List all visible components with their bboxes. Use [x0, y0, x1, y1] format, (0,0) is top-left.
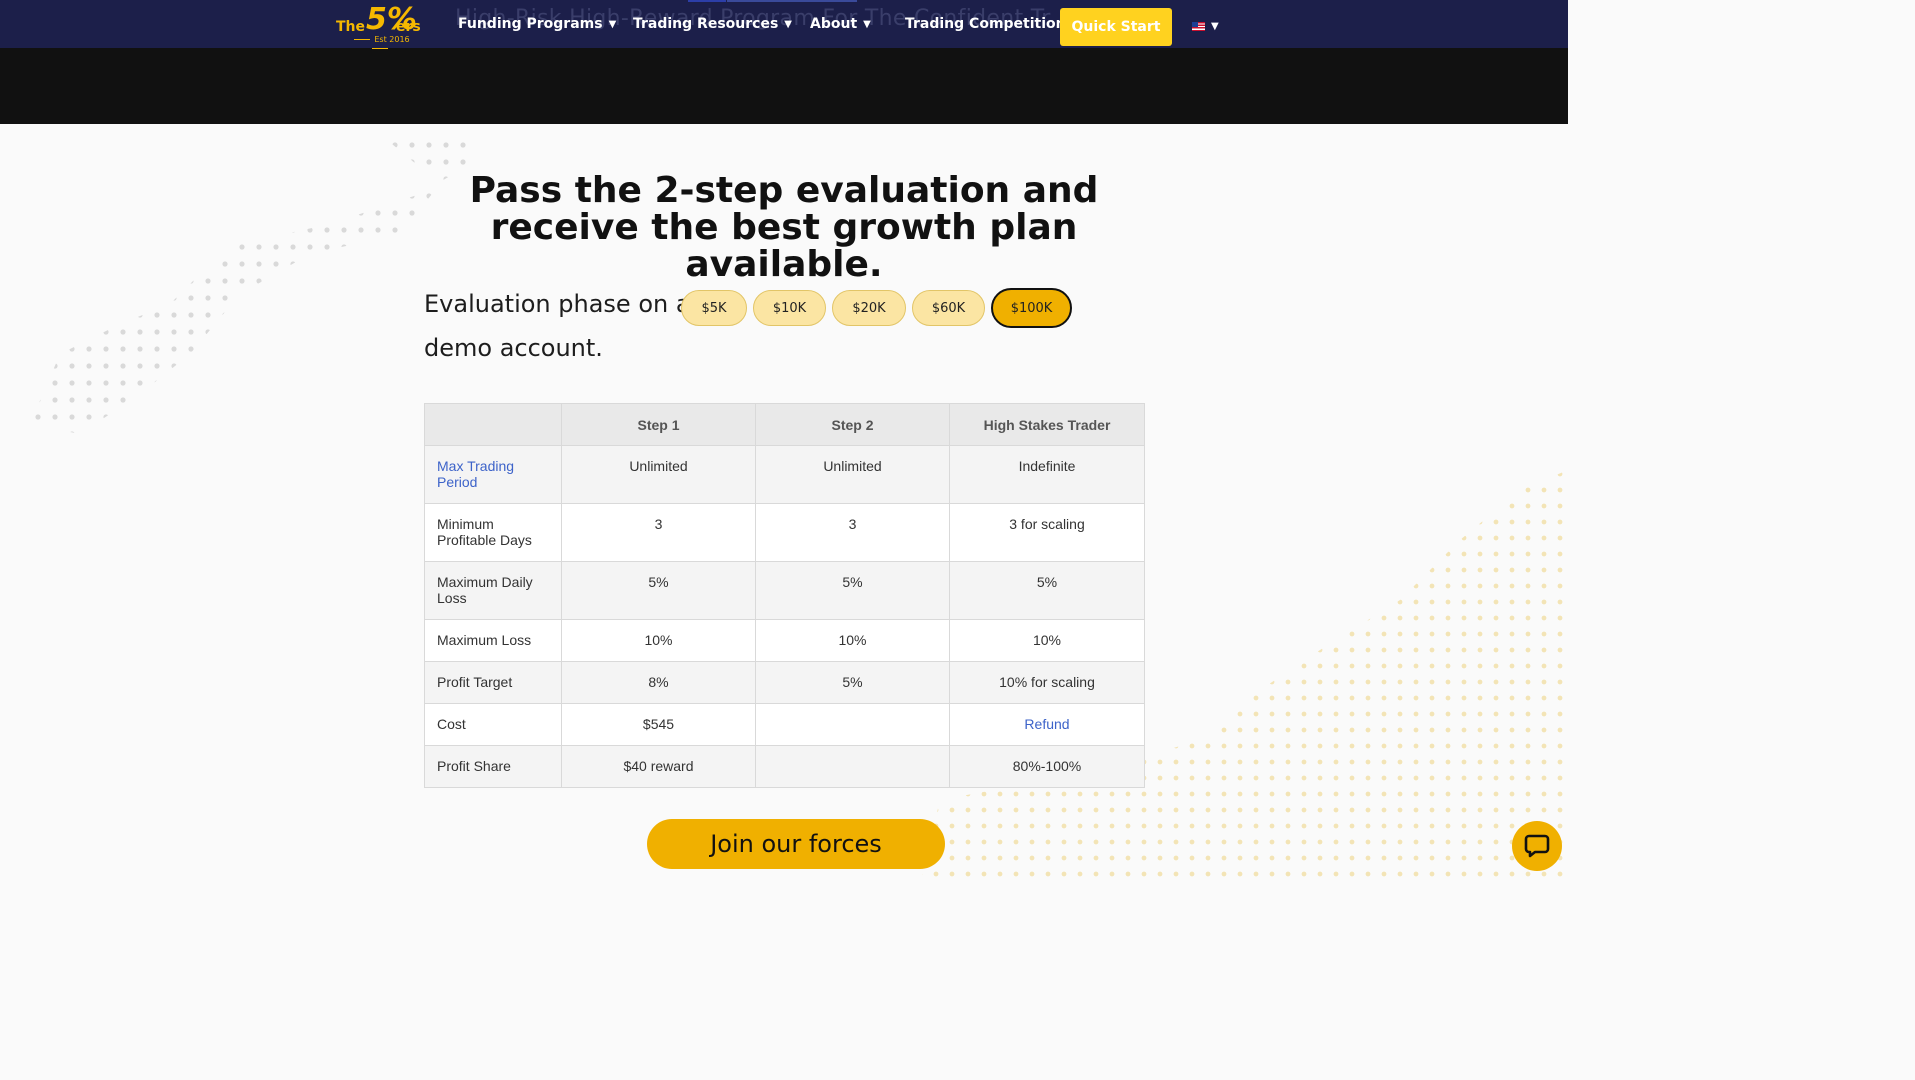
- top-navigation-bar: High-Risk High-Reward Program For The Co…: [0, 0, 1568, 48]
- table-header: High Stakes Trader: [949, 403, 1145, 446]
- logo-established: Est 2016: [340, 35, 420, 53]
- table-cell: 3: [561, 503, 756, 562]
- table-cell: 8%: [561, 661, 756, 704]
- table-row: Minimum Profitable Days 3 3 3 for scalin…: [424, 503, 1145, 562]
- chevron-down-icon: ▼: [784, 19, 792, 30]
- nav-label: About: [810, 16, 858, 32]
- account-size-10k[interactable]: $10K: [753, 290, 826, 326]
- table-cell: [755, 745, 950, 788]
- table-cell: $40 reward: [561, 745, 756, 788]
- account-size-100k[interactable]: $100K: [991, 288, 1072, 328]
- chevron-down-icon: ▼: [863, 19, 871, 30]
- table-row: Maximum Daily Loss 5% 5% 5%: [424, 561, 1145, 620]
- table-cell: 10% for scaling: [949, 661, 1145, 704]
- us-flag-icon: [1192, 22, 1205, 31]
- ghost-underline: [688, 0, 726, 2]
- table-cell: [755, 703, 950, 746]
- nav-funding-programs[interactable]: Funding Programs ▼: [458, 16, 616, 32]
- table-cell: Unlimited: [755, 445, 950, 504]
- max-trading-period-link[interactable]: Max Trading Period: [437, 458, 514, 490]
- table-cell: Refund: [949, 703, 1145, 746]
- logo[interactable]: The 5% ers Est 2016: [336, 2, 422, 44]
- row-label: Max Trading Period: [424, 445, 562, 504]
- table-row: Max Trading Period Unlimited Unlimited I…: [424, 445, 1145, 504]
- table-cell: 5%: [561, 561, 756, 620]
- table-cell: 3 for scaling: [949, 503, 1145, 562]
- nav-label: Funding Programs: [458, 16, 603, 32]
- nav-trading-competition[interactable]: Trading Competition: [905, 16, 1066, 32]
- table-cell: 3: [755, 503, 950, 562]
- row-label: Maximum Loss: [424, 619, 562, 662]
- table-cell: 10%: [755, 619, 950, 662]
- evaluation-text-suffix: demo account.: [424, 334, 603, 362]
- row-label: Minimum Profitable Days: [424, 503, 562, 562]
- table-header: [424, 403, 562, 446]
- logo-the: The: [336, 19, 366, 35]
- nav-label: Trading Competition: [905, 16, 1066, 32]
- table-row: Maximum Loss 10% 10% 10%: [424, 619, 1145, 662]
- table-row: Profit Target 8% 5% 10% for scaling: [424, 661, 1145, 704]
- row-label: Maximum Daily Loss: [424, 561, 562, 620]
- table-cell: $545: [561, 703, 756, 746]
- table-cell: 10%: [949, 619, 1145, 662]
- quick-start-button[interactable]: Quick Start: [1060, 8, 1172, 46]
- nav-label: Trading Resources: [633, 16, 779, 32]
- row-label: Cost: [424, 703, 562, 746]
- table-header: Step 2: [755, 403, 950, 446]
- table-cell: 5%: [755, 561, 950, 620]
- table-header-row: Step 1 Step 2 High Stakes Trader: [424, 403, 1145, 446]
- row-label: Profit Target: [424, 661, 562, 704]
- table-cell: Unlimited: [561, 445, 756, 504]
- table-cell: 5%: [949, 561, 1145, 620]
- nav-trading-resources[interactable]: Trading Resources ▼: [633, 16, 792, 32]
- refund-link[interactable]: Refund: [1024, 716, 1069, 732]
- chevron-down-icon: ▼: [1211, 21, 1219, 32]
- account-size-20k[interactable]: $20K: [832, 290, 906, 326]
- account-size-60k[interactable]: $60K: [912, 290, 985, 326]
- ghost-underline: [727, 0, 857, 2]
- logo-ers: ers: [396, 19, 421, 35]
- table-row: Cost $545 Refund: [424, 703, 1145, 746]
- table-cell: 80%-100%: [949, 745, 1145, 788]
- table-cell: 10%: [561, 619, 756, 662]
- account-size-5k[interactable]: $5K: [681, 290, 747, 326]
- evaluation-table: Step 1 Step 2 High Stakes Trader Max Tra…: [424, 403, 1145, 788]
- page-headline: Pass the 2-step evaluation and receive t…: [469, 170, 1099, 285]
- row-label: Profit Share: [424, 745, 562, 788]
- join-our-forces-button[interactable]: Join our forces: [647, 819, 945, 869]
- table-header: Step 1: [561, 403, 756, 446]
- chat-widget-button[interactable]: [1512, 821, 1562, 871]
- table-row: Profit Share $40 reward 80%-100%: [424, 745, 1145, 788]
- table-cell: 5%: [755, 661, 950, 704]
- language-selector[interactable]: ▼: [1192, 21, 1219, 32]
- evaluation-text-prefix: Evaluation phase on a: [424, 290, 691, 318]
- nav-about[interactable]: About ▼: [810, 16, 871, 32]
- hero-dark-band: [0, 48, 1568, 124]
- chat-bubble-icon: [1524, 834, 1550, 858]
- chevron-down-icon: ▼: [608, 19, 617, 30]
- table-cell: Indefinite: [949, 445, 1145, 504]
